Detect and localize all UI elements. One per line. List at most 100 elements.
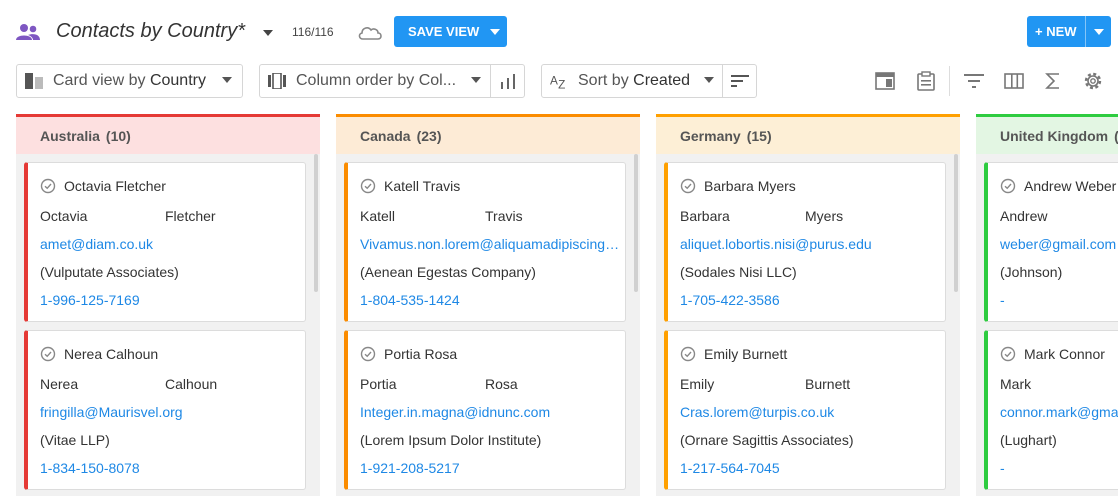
column-header[interactable]: Germany (15) (656, 114, 960, 154)
check-circle-icon[interactable] (680, 346, 696, 362)
card-view-select[interactable]: Card view by Country (16, 64, 243, 98)
sort-az-icon: AZ (550, 72, 570, 90)
scrollbar[interactable] (314, 154, 318, 292)
email-link[interactable]: Cras.lorem@turpis.co.uk (680, 404, 942, 420)
kanban-board: Australia (10) Octavia Fletcher Octavia Flet… (16, 114, 1118, 496)
column-count: (10) (105, 127, 131, 144)
email-link[interactable]: Integer.in.magna@idnunc.com (360, 404, 622, 420)
contact-card[interactable]: Emily Burnett Emily Burnett Cras.lorem@turp… (664, 330, 946, 490)
first-name: Nerea (40, 376, 79, 392)
column-header[interactable]: Canada (23) (336, 114, 640, 154)
column-header[interactable]: Australia (10) (16, 114, 320, 154)
contact-card[interactable]: Portia Rosa Portia Rosa Integer.in.magna@id… (344, 330, 626, 490)
phone-link[interactable]: - (1000, 292, 1005, 308)
check-circle-icon[interactable] (1000, 346, 1016, 362)
first-name: Katell (360, 208, 396, 224)
phone-link[interactable]: 1-834-150-8078 (40, 460, 140, 476)
toolbar: Card view by Country Column order by Col… (0, 64, 1118, 100)
first-name: Andrew (1000, 208, 1048, 224)
contact-name: Mark Connor (1024, 346, 1105, 362)
phone-link[interactable]: 1-804-535-1424 (360, 292, 460, 308)
scrollbar[interactable] (634, 154, 638, 292)
last-name: Calhoun (165, 376, 218, 392)
contact-card[interactable]: Andrew Weber Andrew weber@gmail.com (Johnso… (984, 162, 1118, 322)
contacts-icon (16, 24, 40, 40)
phone-link[interactable]: 1-705-422-3586 (680, 292, 780, 308)
gear-icon[interactable] (1082, 70, 1104, 92)
phone-link[interactable]: 1-921-208-5217 (360, 460, 460, 476)
view-title[interactable]: Contacts by Country* (56, 20, 245, 43)
new-record-button[interactable]: + NEW (1027, 16, 1111, 47)
card-title-row: Katell Travis (360, 178, 460, 194)
chevron-down-icon (471, 77, 481, 83)
bar-chart-icon[interactable] (490, 65, 524, 97)
last-name: Travis (485, 208, 523, 224)
sort-value: Created (633, 72, 691, 89)
contact-card[interactable]: Katell Travis Katell Travis Vivamus.non.lor… (344, 162, 626, 322)
first-name: Emily (680, 376, 715, 392)
company-name: (Aenean Egestas Company) (360, 264, 536, 280)
column-title: Germany (680, 127, 741, 144)
toolbar-divider (949, 66, 950, 96)
email-link[interactable]: weber@gmail.com (1000, 236, 1118, 252)
sum-icon[interactable] (1042, 70, 1064, 92)
phone-link[interactable]: - (1000, 460, 1005, 476)
contact-name: Nerea Calhoun (64, 346, 159, 362)
svg-text:A: A (550, 74, 558, 88)
column-body: Katell Travis Katell Travis Vivamus.non.lor… (336, 154, 640, 496)
contact-card[interactable]: Barbara Myers Barbara Myers aliquet.loborti… (664, 162, 946, 322)
email-link[interactable]: aliquet.lobortis.nisi@purus.edu (680, 236, 942, 252)
chevron-down-icon[interactable] (482, 28, 507, 35)
phone-link[interactable]: 1-996-125-7169 (40, 292, 140, 308)
column-body: Barbara Myers Barbara Myers aliquet.loborti… (656, 154, 960, 496)
company-name: (Sodales Nisi LLC) (680, 264, 797, 280)
filter-icon[interactable] (963, 70, 985, 92)
cloud-icon[interactable] (356, 22, 384, 42)
email-link[interactable]: connor.mark@gmail.com (1000, 404, 1118, 420)
check-circle-icon[interactable] (680, 178, 696, 194)
sort-select[interactable]: AZ Sort by Created (541, 64, 757, 98)
first-name: Portia (360, 376, 397, 392)
first-name: Mark (1000, 376, 1032, 392)
column-order-select[interactable]: Column order by Col... (259, 64, 525, 98)
check-circle-icon[interactable] (360, 346, 376, 362)
contact-card[interactable]: Octavia Fletcher Octavia Fletcher amet@diam… (24, 162, 306, 322)
email-link[interactable]: amet@diam.co.uk (40, 236, 302, 252)
record-count: 116/116 (292, 25, 334, 39)
clipboard-icon[interactable] (915, 70, 937, 92)
layout-icon[interactable] (874, 70, 896, 92)
phone-link[interactable]: 1-217-564-7045 (680, 460, 780, 476)
board-column: Canada (23) Katell Travis Katell Travis Vivam… (336, 114, 640, 496)
save-view-button[interactable]: SAVE VIEW (394, 16, 507, 47)
chevron-down-icon (704, 77, 714, 83)
column-order-icon (268, 72, 288, 90)
check-circle-icon[interactable] (1000, 178, 1016, 194)
card-title-row: Nerea Calhoun (40, 346, 158, 362)
chevron-down-icon (222, 77, 232, 83)
company-name: (Vulputate Associates) (40, 264, 179, 280)
check-circle-icon[interactable] (360, 178, 376, 194)
contact-card[interactable]: Nerea Calhoun Nerea Calhoun fringilla@Mauri… (24, 330, 306, 490)
check-circle-icon[interactable] (40, 346, 56, 362)
company-name: (Lorem Ipsum Dolor Institute) (360, 432, 542, 448)
email-link[interactable]: fringilla@Maurisvel.org (40, 404, 302, 420)
contact-card[interactable]: Mark Connor Mark connor.mark@gmail.com (Lug… (984, 330, 1118, 490)
columns-icon[interactable] (1003, 70, 1025, 92)
card-title-row: Portia Rosa (360, 346, 457, 362)
card-title-row: Andrew Weber (1000, 178, 1116, 194)
card-title-row: Barbara Myers (680, 178, 796, 194)
scrollbar[interactable] (954, 154, 958, 292)
card-title-row: Emily Burnett (680, 346, 787, 362)
column-title: Canada (360, 127, 411, 144)
check-circle-icon[interactable] (40, 178, 56, 194)
column-header[interactable]: United Kingdom ( (976, 114, 1118, 154)
column-order-label: Column order by Col... (296, 72, 457, 89)
column-title: Australia (40, 127, 100, 144)
column-body: Octavia Fletcher Octavia Fletcher amet@diam… (16, 154, 320, 496)
email-link[interactable]: Vivamus.non.lorem@aliquamadipiscing.com (360, 236, 622, 252)
chevron-down-icon[interactable] (1086, 28, 1111, 35)
svg-text:Z: Z (558, 77, 565, 90)
last-name: Myers (805, 208, 844, 224)
sort-direction-icon[interactable] (722, 65, 756, 97)
chevron-down-icon[interactable] (262, 28, 274, 38)
